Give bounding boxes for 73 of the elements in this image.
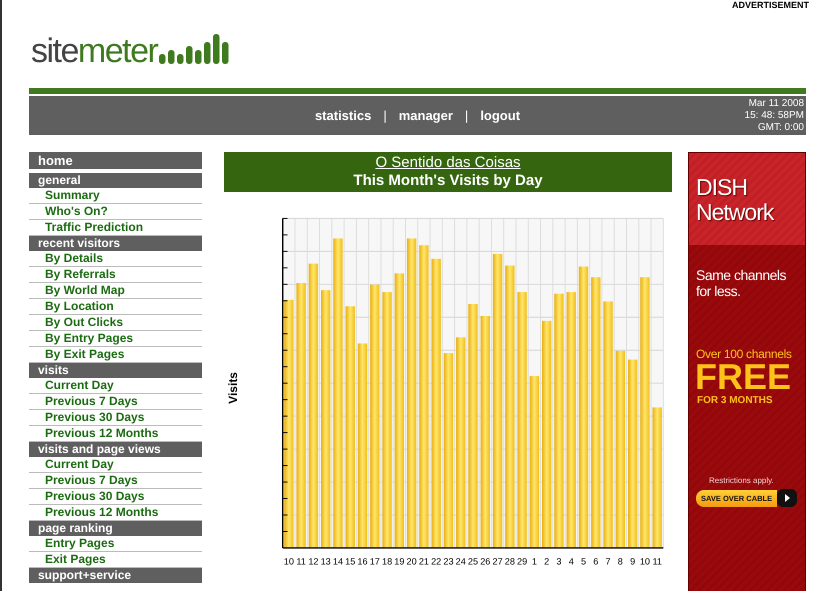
sidebar-item[interactable]: By World Map [29,283,202,299]
axis-label: 12 [308,556,318,566]
axis-label: 13 [320,556,331,566]
axis-label: 18 [382,556,392,566]
axis-label: 6 [593,556,598,566]
sidebar-item[interactable]: Previous 7 Days [29,473,202,489]
date-text: Mar 11 2008 [748,98,804,110]
axis-label: 22 [431,556,442,566]
axis-label: 10 [284,556,294,566]
ad-offer-text: Over 100 channels [695,347,793,361]
sidebar-section-header[interactable]: general [29,173,202,188]
axis-label: 28 [504,556,515,566]
sidebar-item[interactable]: Summary [29,188,202,204]
sidebar-item[interactable]: By Details [29,251,202,267]
sidebar-item[interactable]: Previous 30 Days [29,410,202,426]
axis-label: 5 [580,556,586,566]
sidebar-item[interactable]: Current Day [29,378,202,394]
axis-label: 21 [418,556,429,566]
axis-title: Visits [226,372,240,404]
sidebar-item[interactable]: Current Day [29,457,202,473]
axis-label: 20 [406,556,417,566]
sidebar-item[interactable]: By Location [29,299,202,315]
axis-label: 27 [492,556,503,566]
axis-label: 23 [443,556,454,566]
axis-label: 11 [652,556,662,566]
axis-label: 11 [296,556,306,566]
nav-link[interactable]: logout [480,108,520,123]
sidebar-item[interactable]: By Entry Pages [29,331,202,347]
sidebar-item[interactable]: By Referrals [29,267,202,283]
axis-label: 4 [568,556,574,566]
axis-label: 8 [618,556,623,566]
advertisement-label: ADVERTISEMENT [732,0,809,12]
sidebar-section-header[interactable]: visits and page views [29,442,202,457]
sidebar-section-header[interactable]: support+service [29,568,202,583]
sidebar-item[interactable]: Entry Pages [29,536,202,552]
separator: | [464,108,468,123]
sidebar-item[interactable]: Previous 30 Days [29,489,202,505]
time-text: 15: 48: 58PM [744,110,804,122]
ad-tagline: Same channels for less. [695,266,788,299]
axis-label: 2 [544,556,550,566]
axis-label: 9 [630,556,636,566]
ad-offer-headline: FREE [694,361,792,393]
nav-link[interactable]: manager [398,108,453,123]
ad-fine-print: Restrictions apply. [708,476,775,485]
sidebar-item[interactable]: Previous 7 Days [29,394,202,410]
axis-label: 29 [517,556,528,566]
axis-label: 1 [532,556,537,566]
sitemeter-logo[interactable]: sitemeter [31,32,232,68]
nav-link[interactable]: statistics [314,108,372,123]
axis-label: 24 [456,556,466,566]
timezone-text: GMT: 0:00 [758,122,804,134]
axis-label: 7 [606,556,611,566]
ad-headline: DISH Network [696,175,775,225]
play-icon[interactable] [777,489,798,507]
sidebar-section-header[interactable]: home [29,152,202,169]
ad-offer-term: FOR 3 MONTHS [696,395,774,406]
axis-label: 19 [394,556,404,566]
sidebar-section-header[interactable]: recent visitors [29,236,202,251]
sidebar-section-header[interactable]: page ranking [29,521,202,536]
axis-label: 14 [332,556,344,566]
axis-label: 3 [556,556,562,566]
axis-label: 26 [480,556,490,566]
axis-label: 15 [345,556,356,566]
sidebar-item[interactable]: By Out Clicks [29,315,202,331]
axis-label: 10 [640,556,650,566]
axis-label: 17 [370,556,380,566]
chart-title: This Month's Visits by Day [353,172,543,190]
axis-label: 16 [357,556,368,566]
sidebar-item[interactable]: Who's On? [29,204,202,220]
axis-label: 25 [468,556,478,566]
separator: | [383,108,387,123]
sidebar-section-header[interactable]: visits [29,363,202,378]
site-link[interactable]: O Sentido das Coisas [375,154,521,172]
